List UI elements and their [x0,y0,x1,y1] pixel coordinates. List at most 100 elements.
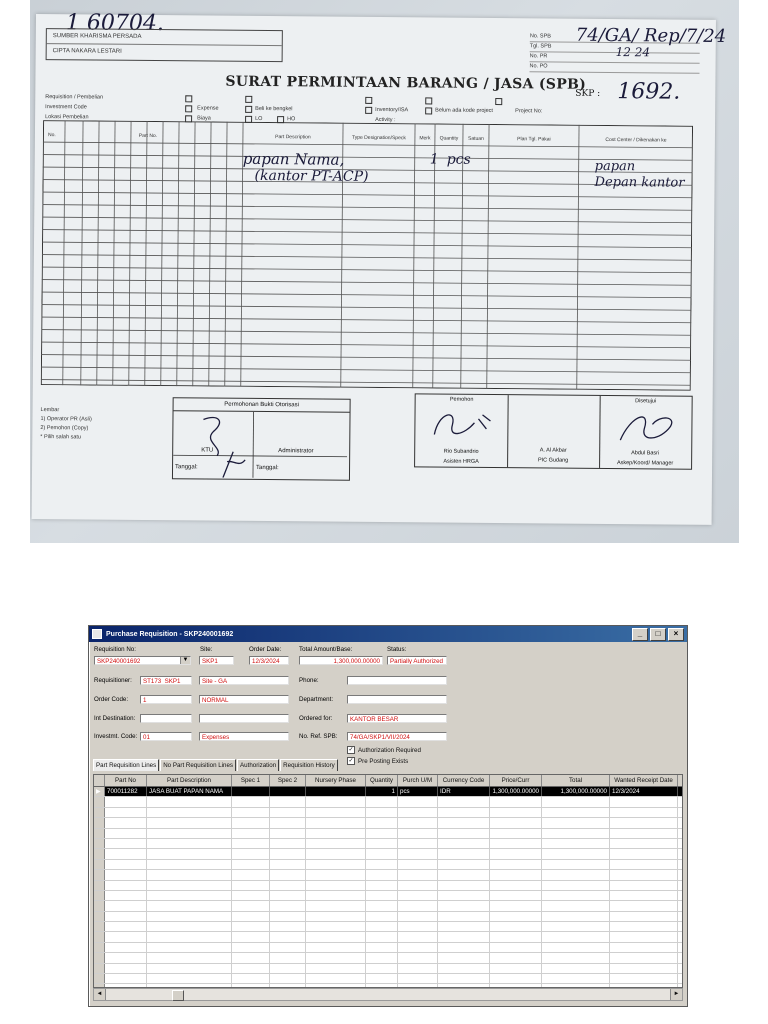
title-bar[interactable]: Purchase Requisition - SKP240001692 _ □ … [89,626,687,642]
table-row[interactable] [94,963,682,975]
table-cell[interactable] [438,870,490,880]
table-cell[interactable] [366,818,398,828]
table-row[interactable] [94,922,682,933]
table-cell[interactable] [490,807,542,818]
table-cell[interactable] [232,838,270,849]
table-cell[interactable] [438,963,490,974]
table-cell[interactable] [105,974,147,984]
table-cell[interactable] [610,859,678,870]
table-cell[interactable] [306,818,366,828]
table-cell[interactable]: 1,300,000.00000 [542,787,610,797]
table-cell[interactable] [366,880,398,890]
row-selector[interactable] [94,797,105,807]
table-cell[interactable] [270,890,306,901]
site-field[interactable]: SKP1 [199,656,234,665]
table-cell[interactable] [438,942,490,953]
table-cell[interactable] [610,838,678,849]
table-cell[interactable] [105,870,147,880]
table-cell[interactable] [366,828,398,838]
table-cell[interactable] [438,828,490,838]
table-cell[interactable] [232,942,270,953]
table-cell[interactable] [490,922,542,932]
table-cell[interactable]: 12/3/2024 [610,787,678,797]
scroll-left-icon[interactable]: ◄ [94,989,106,1000]
table-row[interactable] [94,880,682,891]
table-cell[interactable] [306,953,366,963]
authorization-required-checkbox[interactable]: ✓ Authorization Required [347,746,421,754]
table-cell[interactable] [270,797,306,807]
table-cell[interactable] [232,859,270,870]
requisition-no-dropdown[interactable]: SKP240001692 ▼ [94,656,191,665]
table-cell[interactable] [438,901,490,911]
table-cell[interactable] [366,911,398,922]
column-header[interactable]: Part Description [147,775,232,786]
table-cell[interactable] [542,911,610,922]
table-cell[interactable] [147,859,232,870]
table-cell[interactable] [232,828,270,838]
table-cell[interactable] [438,974,490,984]
status-field[interactable]: Partially Authorized [387,656,447,665]
table-cell[interactable]: 1,300,000.00000 [490,787,542,797]
table-cell[interactable] [232,787,270,797]
table-cell[interactable] [147,838,232,849]
table-cell[interactable] [147,880,232,890]
table-cell[interactable] [232,974,270,984]
row-selector[interactable] [94,880,105,890]
table-cell[interactable] [306,849,366,859]
phone-field[interactable] [347,676,447,685]
table-cell[interactable] [147,932,232,942]
table-cell[interactable] [398,828,438,838]
table-cell[interactable] [270,901,306,911]
close-button[interactable]: × [668,627,684,641]
tab-requisition-history[interactable]: Requisition History [280,759,338,771]
table-cell[interactable] [542,953,610,963]
table-cell[interactable] [610,911,678,922]
table-cell[interactable] [398,849,438,859]
table-cell[interactable] [232,953,270,963]
table-cell[interactable] [398,870,438,880]
checkmark-icon[interactable]: ✓ [347,746,355,754]
table-cell[interactable] [270,818,306,828]
minimize-button[interactable]: _ [632,627,648,641]
table-row[interactable]: ▶ 700011282 JASA BUAT PAPAN NAMA 1 pcs IDR 1,3… [94,787,682,798]
table-cell[interactable] [398,911,438,922]
table-cell[interactable] [610,797,678,807]
table-cell[interactable] [306,922,366,932]
table-cell[interactable] [270,974,306,984]
table-cell[interactable] [542,963,610,974]
table-cell[interactable] [542,828,610,838]
table-cell[interactable] [147,797,232,807]
table-cell[interactable] [542,870,610,880]
table-cell[interactable] [105,901,147,911]
table-cell[interactable] [306,807,366,818]
total-amount-field[interactable]: 1,300,000.00000 [299,656,383,665]
table-cell[interactable] [398,953,438,963]
table-cell[interactable] [147,911,232,922]
table-cell[interactable] [542,901,610,911]
table-cell[interactable] [398,942,438,953]
table-cell[interactable] [610,828,678,838]
order-code-field[interactable]: 1 [140,695,192,704]
table-cell[interactable] [147,849,232,859]
tab-part-requisition-lines[interactable]: Part Requisition Lines [93,759,160,771]
table-cell[interactable] [438,932,490,942]
table-cell[interactable] [438,911,490,922]
table-cell[interactable] [366,807,398,818]
row-selector[interactable] [94,932,105,942]
table-cell[interactable] [490,859,542,870]
row-selector[interactable] [94,974,105,984]
table-cell[interactable] [542,942,610,953]
table-cell[interactable] [398,838,438,849]
table-cell[interactable] [366,963,398,974]
table-cell[interactable] [398,974,438,984]
table-cell[interactable] [270,859,306,870]
table-cell[interactable] [270,787,306,797]
department-field[interactable] [347,695,447,704]
table-cell[interactable] [366,942,398,953]
table-row[interactable] [94,838,682,850]
column-header[interactable]: Quantity [366,775,398,786]
table-cell[interactable] [306,870,366,880]
row-selector[interactable] [94,818,105,828]
table-row[interactable] [94,849,682,860]
table-cell[interactable] [542,880,610,890]
